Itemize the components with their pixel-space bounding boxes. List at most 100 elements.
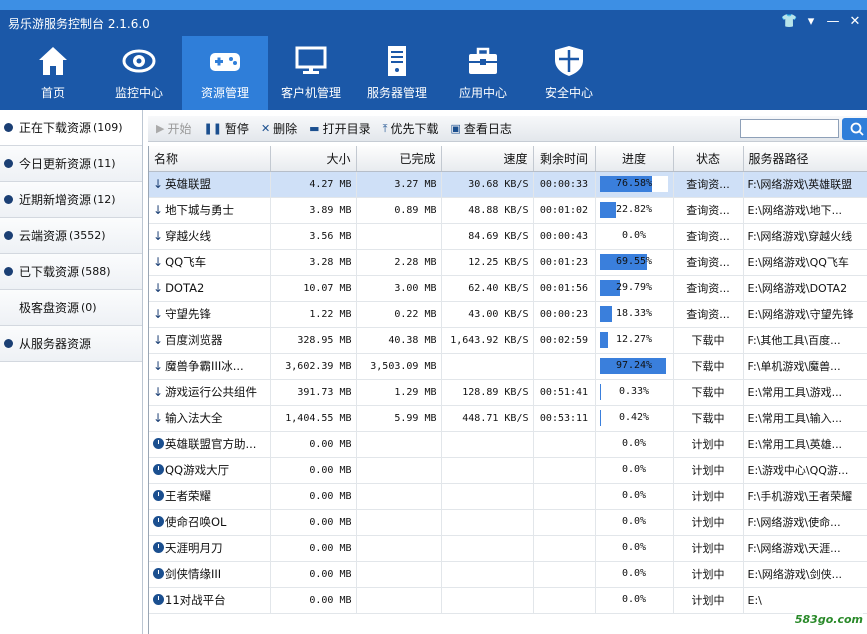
progress-text: 0.0% xyxy=(621,438,647,449)
bullet-placeholder xyxy=(4,303,13,312)
download-arrow-icon: ↓ xyxy=(153,229,164,243)
cell-completed xyxy=(356,431,442,458)
table-row[interactable]: 使命召唤OL 0.00 MB 0.0% 计划中 F:\网络游戏\使命... xyxy=(149,509,867,536)
priority-download-button[interactable]: ⤒ 优先下载 xyxy=(383,120,439,137)
pause-button[interactable]: ❚❚ 暂停 xyxy=(203,120,248,137)
sidebar-item-label: 正在下载资源 xyxy=(19,121,92,135)
minimize-button[interactable]: — xyxy=(825,14,841,30)
column-header-remaining[interactable]: 剩余时间 xyxy=(533,146,596,172)
table-row[interactable]: 11对战平台 0.00 MB 0.0% 计划中 E:\ xyxy=(149,587,867,614)
download-arrow-icon: ↓ xyxy=(153,359,164,373)
scheduled-clock-icon xyxy=(153,568,164,579)
progress-bar: 0.0% xyxy=(600,488,668,504)
sidebar-item-recent-added[interactable]: 近期新增资源 (12) xyxy=(0,182,142,218)
sidebar-item-cloud[interactable]: 云端资源 (3552) xyxy=(0,218,142,254)
sidebar-item-label: 今日更新资源 xyxy=(19,157,92,171)
table-row[interactable]: ↓ 地下城与勇士 3.89 MB 0.89 MB 48.88 KB/S 00:01:02 2… xyxy=(149,197,867,224)
close-button[interactable]: ✕ xyxy=(847,14,863,30)
cell-speed: 62.40 KB/S xyxy=(441,275,534,302)
column-header-status[interactable]: 状态 xyxy=(673,146,744,172)
cell-server-path: F:\网络游戏\使命... xyxy=(743,509,867,536)
download-arrow-icon: ↓ xyxy=(153,281,164,295)
table-row[interactable]: 天涯明月刀 0.00 MB 0.0% 计划中 F:\网络游戏\天涯... xyxy=(149,535,867,562)
start-button[interactable]: ▶ 开始 xyxy=(156,120,191,137)
column-header-size[interactable]: 大小 xyxy=(270,146,357,172)
view-log-button[interactable]: ▣ 查看日志 xyxy=(450,120,511,137)
cell-progress: 0.33% xyxy=(595,379,674,406)
sidebar-item-count: (11) xyxy=(93,157,116,170)
table-row[interactable]: 英雄联盟官方助... 0.00 MB 0.0% 计划中 E:\常用工具\英雄... xyxy=(149,431,867,458)
cell-status: 计划中 xyxy=(673,509,744,536)
nav-resource-management[interactable]: 资源管理 xyxy=(182,36,268,110)
cell-completed: 3.00 MB xyxy=(356,275,442,302)
nav-home[interactable]: 首页 xyxy=(10,36,96,110)
cell-progress: 0.0% xyxy=(595,483,674,510)
column-header-server-path[interactable]: 服务器路径 xyxy=(743,146,867,172)
scheduled-clock-icon xyxy=(153,464,164,475)
nav-monitor-center[interactable]: 监控中心 xyxy=(96,36,182,110)
open-directory-button[interactable]: ▬ 打开目录 xyxy=(309,120,370,137)
cell-speed xyxy=(441,353,534,380)
cell-size: 0.00 MB xyxy=(270,535,357,562)
download-arrow-icon: ↓ xyxy=(153,203,164,217)
cell-name: ↓ 百度浏览器 xyxy=(149,327,271,354)
table-row[interactable]: ↓ 输入法大全 1,404.55 MB 5.99 MB 448.71 KB/S 00:53… xyxy=(149,405,867,432)
cell-status: 计划中 xyxy=(673,483,744,510)
nav-app-center[interactable]: 应用中心 xyxy=(440,36,526,110)
cell-server-path: E:\常用工具\游戏... xyxy=(743,379,867,406)
view-log-label: 查看日志 xyxy=(463,122,512,136)
table-row[interactable]: ↓ 百度浏览器 328.95 MB 40.38 MB 1,643.92 KB/S 00:0… xyxy=(149,327,867,354)
progress-bar: 0.0% xyxy=(600,566,668,582)
sidebar-item-today-updated[interactable]: 今日更新资源 (11) xyxy=(0,146,142,182)
download-arrow-icon: ↓ xyxy=(153,307,164,321)
cell-completed: 0.22 MB xyxy=(356,301,442,328)
skin-icon[interactable]: 👕 xyxy=(781,14,797,30)
column-header-progress[interactable]: 进度 xyxy=(595,146,674,172)
window-controls: 👕 ▾ — ✕ xyxy=(781,14,863,30)
nav-security-center[interactable]: 安全中心 xyxy=(526,36,612,110)
menu-dropdown-icon[interactable]: ▾ xyxy=(803,14,819,30)
table-row[interactable]: ↓ 守望先锋 1.22 MB 0.22 MB 43.00 KB/S 00:00:23 18.… xyxy=(149,301,867,328)
cell-remaining-time xyxy=(533,431,596,458)
table-row[interactable]: ↓ 魔兽争霸III冰... 3,602.39 MB 3,503.09 MB 97.24%… xyxy=(149,353,867,380)
table-row[interactable]: 剑侠情缘III 0.00 MB 0.0% 计划中 E:\网络游戏\剑侠... xyxy=(149,561,867,588)
cell-speed: 12.25 KB/S xyxy=(441,249,534,276)
cell-status: 查询资... xyxy=(673,301,744,328)
bullet-icon xyxy=(4,123,13,132)
app-title: 易乐游服务控制台 2.1.6.0 xyxy=(8,17,150,31)
nav-label: 监控中心 xyxy=(114,86,163,100)
column-header-speed[interactable]: 速度 xyxy=(441,146,534,172)
column-header-completed[interactable]: 已完成 xyxy=(356,146,442,172)
cell-status: 查询资... xyxy=(673,171,744,198)
table-row[interactable]: ↓ 穿越火线 3.56 MB 84.69 KB/S 00:00:43 0.0% 查询资...… xyxy=(149,223,867,250)
column-header-name[interactable]: 名称 xyxy=(149,146,271,172)
delete-button[interactable]: ✕ 删除 xyxy=(261,120,297,137)
search-button[interactable] xyxy=(842,118,867,140)
table-row[interactable]: ↓ 游戏运行公共组件 391.73 MB 1.29 MB 128.89 KB/S 00:5… xyxy=(149,379,867,406)
table-row[interactable]: ↓ 英雄联盟 4.27 MB 3.27 MB 30.68 KB/S 00:00:33 76.… xyxy=(149,171,867,198)
watermark: 583go.com xyxy=(794,613,863,626)
sidebar-item-geek-disk[interactable]: 极客盘资源 (0) xyxy=(0,290,142,326)
search-input[interactable] xyxy=(740,119,839,138)
table-row[interactable]: 王者荣耀 0.00 MB 0.0% 计划中 F:\手机游戏\王者荣耀 xyxy=(149,483,867,510)
cell-name: 天涯明月刀 xyxy=(149,535,271,562)
table-row[interactable]: ↓ DOTA2 10.07 MB 3.00 MB 62.40 KB/S 00:01:56 2… xyxy=(149,275,867,302)
resource-name: DOTA2 xyxy=(165,281,205,295)
resource-name: 穿越火线 xyxy=(165,229,212,243)
cell-size: 3.56 MB xyxy=(270,223,357,250)
sidebar-item-label: 云端资源 xyxy=(19,229,68,243)
cell-status: 查询资... xyxy=(673,197,744,224)
progress-text: 0.0% xyxy=(621,594,647,605)
scheduled-clock-icon xyxy=(153,438,164,449)
nav-label: 客户机管理 xyxy=(280,86,341,100)
nav-label: 应用中心 xyxy=(458,86,507,100)
table-row[interactable]: QQ游戏大厅 0.00 MB 0.0% 计划中 E:\游戏中心\QQ游... xyxy=(149,457,867,484)
table-row[interactable]: ↓ QQ飞车 3.28 MB 2.28 MB 12.25 KB/S 00:01:23 69.… xyxy=(149,249,867,276)
cell-progress: 0.0% xyxy=(595,535,674,562)
nav-client-management[interactable]: 客户机管理 xyxy=(268,36,354,110)
sidebar-item-downloaded[interactable]: 已下载资源 (588) xyxy=(0,254,142,290)
cell-speed xyxy=(441,509,534,536)
sidebar-item-from-server[interactable]: 从服务器资源 xyxy=(0,326,142,362)
nav-server-management[interactable]: 服务器管理 xyxy=(354,36,440,110)
sidebar-item-downloading[interactable]: 正在下载资源 (109) xyxy=(0,110,142,146)
